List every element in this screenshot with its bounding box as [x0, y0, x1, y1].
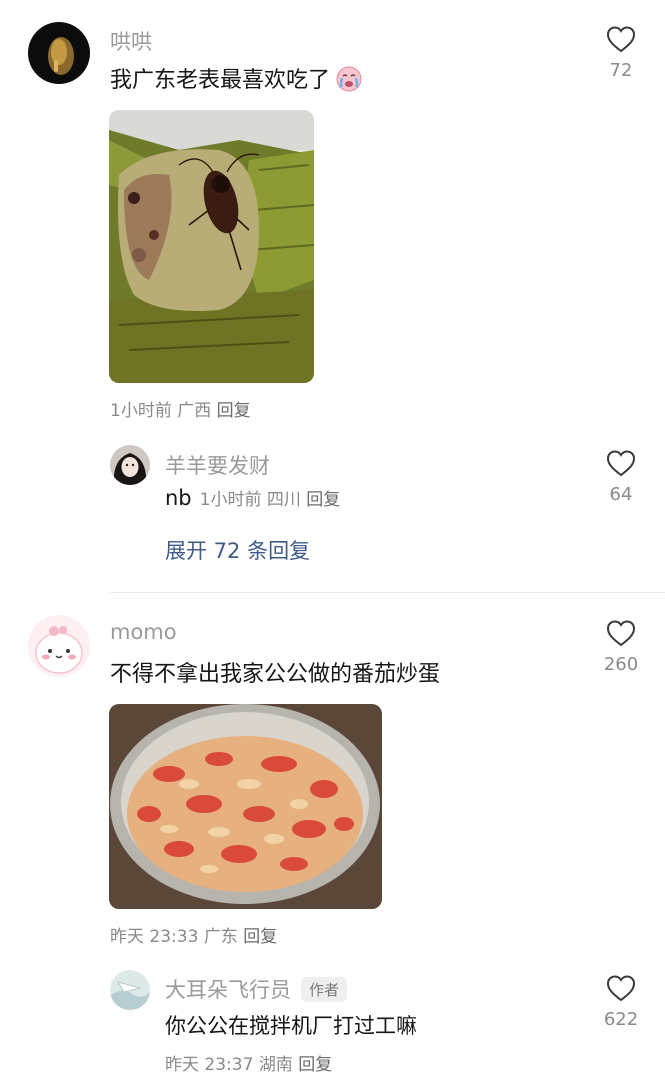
reply-button[interactable]: 回复	[243, 927, 277, 947]
avatar[interactable]	[28, 615, 90, 677]
reply-location: 湖南	[258, 1055, 293, 1075]
comment-text: 不得不拿出我家公公做的番茄炒蛋	[110, 662, 441, 687]
reply-location: 四川	[266, 490, 301, 510]
comment-time: 1小时前	[110, 401, 172, 421]
heart-icon	[606, 450, 636, 477]
heart-icon	[606, 26, 636, 53]
comment-location: 广西	[177, 401, 212, 421]
like-count: 72	[609, 60, 633, 81]
comment-image-tomato-egg[interactable]	[109, 704, 382, 909]
reply-button[interactable]: 回复	[298, 1055, 332, 1075]
like-button[interactable]: 260	[591, 618, 651, 675]
comment-image-zongzi[interactable]	[109, 110, 314, 383]
like-count: 622	[603, 1009, 639, 1030]
comment-time: 昨天 23:33	[110, 927, 199, 947]
comment-meta: 昨天 23:33 广东 回复	[110, 922, 277, 947]
reply-text: 你公公在搅拌机厂打过工嘛	[165, 1014, 417, 1038]
comment-meta: 1小时前 广西 回复	[110, 396, 251, 421]
author-badge: 作者	[301, 977, 348, 1002]
expand-replies-link[interactable]: 展开 72 条回复	[165, 535, 310, 565]
reply-text-content: nb	[165, 486, 192, 510]
avatar[interactable]	[110, 445, 150, 485]
like-button[interactable]: 72	[591, 24, 651, 81]
heart-icon	[606, 620, 636, 647]
reply-username-text[interactable]: 大耳朵飞行员	[165, 978, 291, 1002]
heart-icon	[606, 975, 636, 1002]
reply-text: nb 1小时前 四川 回复	[165, 485, 340, 510]
like-button[interactable]: 64	[591, 448, 651, 505]
reply-meta: 昨天 23:37 湖南 回复	[165, 1050, 332, 1075]
comment-text: 我广东老表最喜欢吃了	[110, 62, 364, 99]
like-count: 64	[609, 484, 633, 505]
comment-text-content: 我广东老表最喜欢吃了	[110, 68, 331, 93]
reply-username[interactable]: 羊羊要发财	[165, 450, 270, 480]
reply-button[interactable]: 回复	[217, 401, 251, 421]
comment-location: 广东	[203, 927, 238, 947]
comment-divider	[110, 592, 665, 593]
comment-username[interactable]: momo	[110, 620, 177, 644]
reply-button[interactable]: 回复	[306, 490, 340, 510]
avatar[interactable]	[110, 970, 150, 1010]
crying-face-emoji-icon	[334, 63, 364, 99]
comment-username[interactable]: 哄哄	[110, 26, 152, 56]
avatar[interactable]	[28, 22, 90, 84]
reply-time: 昨天 23:37	[165, 1055, 254, 1075]
like-count: 260	[603, 654, 639, 675]
reply-time: 1小时前	[199, 490, 262, 510]
like-button[interactable]: 622	[591, 973, 651, 1030]
reply-username: 大耳朵飞行员 作者	[165, 974, 348, 1004]
